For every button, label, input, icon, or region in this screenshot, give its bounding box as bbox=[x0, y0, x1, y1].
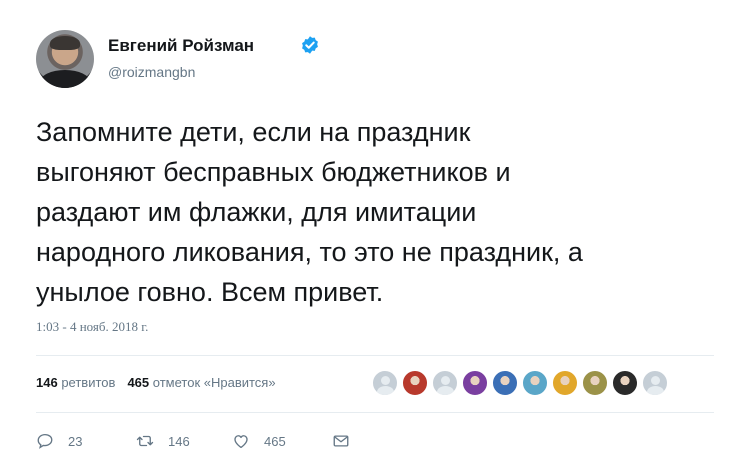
liker-avatar[interactable] bbox=[552, 370, 578, 396]
author-avatar[interactable] bbox=[36, 30, 94, 88]
author-handle[interactable]: @roizmangbn bbox=[108, 64, 195, 80]
retweets-stat[interactable]: 146 ретвитов bbox=[36, 375, 115, 390]
retweets-count: 146 bbox=[36, 375, 58, 390]
retweet-icon bbox=[136, 435, 154, 447]
liker-avatar[interactable] bbox=[612, 370, 638, 396]
message-icon bbox=[333, 435, 349, 447]
liker-avatar[interactable] bbox=[402, 370, 428, 396]
liker-avatar[interactable] bbox=[432, 370, 458, 396]
liker-avatar[interactable] bbox=[522, 370, 548, 396]
retweet-button[interactable]: 146 bbox=[136, 430, 190, 452]
divider-bottom bbox=[36, 412, 714, 413]
like-count: 465 bbox=[264, 433, 286, 449]
retweets-label: ретвитов bbox=[61, 375, 116, 390]
verified-badge-icon bbox=[302, 36, 318, 54]
liker-avatar[interactable] bbox=[582, 370, 608, 396]
author-name[interactable]: Евгений Ройзман bbox=[108, 36, 254, 56]
liker-avatar[interactable] bbox=[462, 370, 488, 396]
like-button[interactable]: 465 bbox=[232, 430, 286, 452]
likes-stat[interactable]: 465 отметок «Нравится» bbox=[127, 375, 275, 390]
engagement-stats: 146 ретвитов 465 отметок «Нравится» bbox=[36, 375, 276, 390]
liker-avatar[interactable] bbox=[492, 370, 518, 396]
avatar-hair bbox=[50, 36, 80, 50]
tweet-timestamp[interactable]: 1:03 - 4 нояб. 2018 г. bbox=[36, 319, 148, 335]
tweet-text: Запомните дети, если на праздник выгоняю… bbox=[36, 117, 583, 307]
liker-avatar[interactable] bbox=[642, 370, 668, 396]
like-icon bbox=[234, 435, 248, 449]
reply-button[interactable]: 23 bbox=[36, 430, 82, 452]
liker-avatar[interactable] bbox=[372, 370, 398, 396]
likes-label: отметок «Нравится» bbox=[152, 375, 276, 390]
reply-icon bbox=[37, 433, 53, 449]
likes-count: 465 bbox=[127, 375, 150, 390]
direct-message-button[interactable] bbox=[332, 430, 350, 452]
divider-top bbox=[36, 355, 714, 356]
avatar-jacket bbox=[40, 70, 90, 88]
retweet-count: 146 bbox=[168, 433, 190, 449]
reply-count: 23 bbox=[68, 433, 83, 449]
